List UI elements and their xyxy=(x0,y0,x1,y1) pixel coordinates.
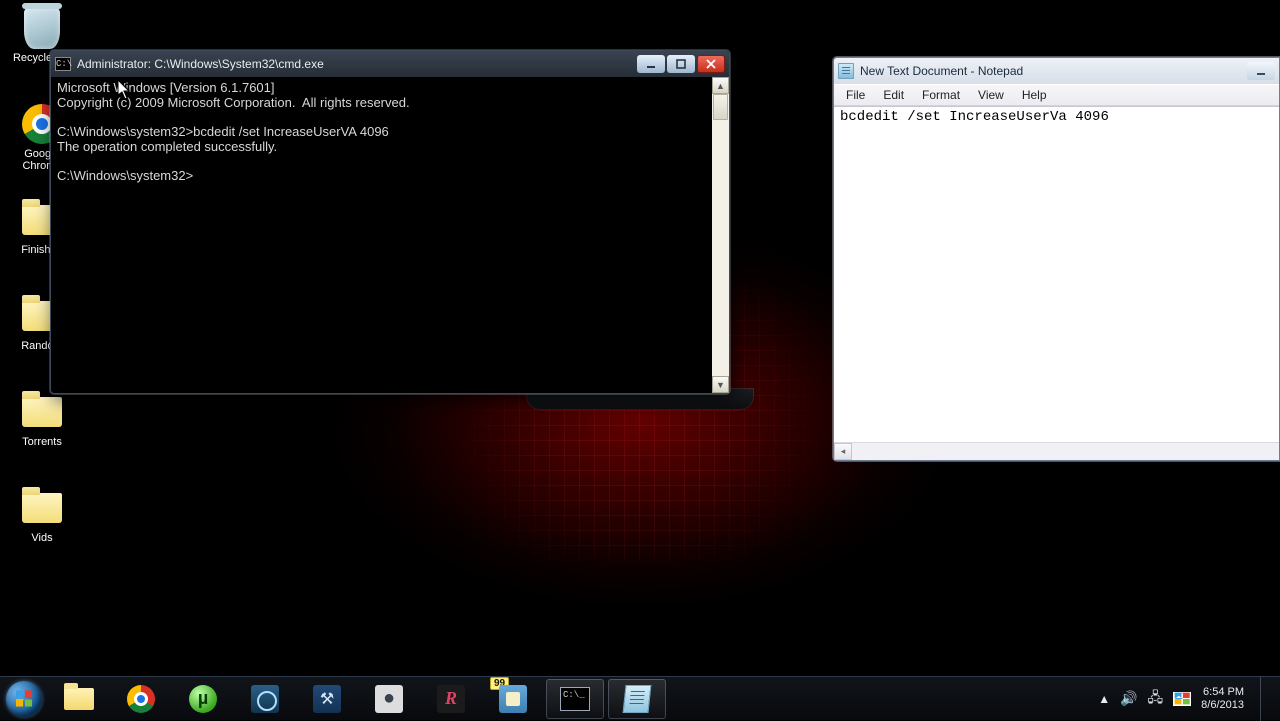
scroll-down-button[interactable]: ▼ xyxy=(712,376,729,393)
app-icon xyxy=(499,685,527,713)
cmd-line: Copyright (c) 2009 Microsoft Corporation… xyxy=(57,95,410,110)
app-icon xyxy=(313,685,341,713)
cmd-scrollbar[interactable]: ▲ ▼ xyxy=(712,77,729,393)
taskbar-app-3[interactable] xyxy=(360,679,418,719)
cmd-window: C:\ Administrator: C:\Windows\System32\c… xyxy=(50,50,730,394)
minimize-button[interactable] xyxy=(637,55,665,73)
folder-icon xyxy=(64,688,94,710)
cmd-line: C:\Windows\system32>bcdedit /set Increas… xyxy=(57,124,389,139)
taskbar-explorer[interactable] xyxy=(50,679,108,719)
minimize-button[interactable] xyxy=(1247,62,1275,80)
scroll-up-button[interactable]: ▲ xyxy=(712,77,729,94)
app-icon xyxy=(375,685,403,713)
show-desktop-button[interactable] xyxy=(1260,677,1272,721)
menu-file[interactable]: File xyxy=(838,86,873,104)
scroll-left-button[interactable]: ◂ xyxy=(834,443,852,460)
start-button[interactable] xyxy=(0,677,48,721)
volume-icon[interactable]: 🔊 xyxy=(1120,690,1137,707)
taskbar-utorrent[interactable]: µ xyxy=(174,679,232,719)
taskbar-cmd[interactable] xyxy=(546,679,604,719)
tray-date: 8/6/2013 xyxy=(1201,699,1244,712)
notepad-menubar: File Edit Format View Help xyxy=(834,84,1279,106)
cmd-line: The operation completed successfully. xyxy=(57,139,277,154)
notepad-icon xyxy=(838,63,854,79)
tray-time: 6:54 PM xyxy=(1201,686,1244,699)
windows-orb-icon xyxy=(6,681,42,717)
cmd-icon xyxy=(560,687,590,711)
scroll-thumb[interactable] xyxy=(713,94,728,120)
app-icon xyxy=(251,685,279,713)
tray-overflow-button[interactable]: ▲ xyxy=(1098,692,1110,706)
recycle-bin-icon xyxy=(24,7,60,49)
desktop-icon-label: Torrents xyxy=(22,436,62,448)
folder-icon xyxy=(22,493,62,523)
notepad-titlebar[interactable]: New Text Document - Notepad xyxy=(834,58,1279,84)
desktop-icon-torrents[interactable]: Torrents xyxy=(6,384,78,480)
action-center-icon[interactable] xyxy=(1173,692,1191,706)
notepad-title-text: New Text Document - Notepad xyxy=(860,64,1247,78)
network-icon[interactable]: 🖧 xyxy=(1148,687,1164,711)
taskbar-notepad[interactable] xyxy=(608,679,666,719)
cmd-titlebar[interactable]: C:\ Administrator: C:\Windows\System32\c… xyxy=(51,51,729,77)
tray-clock[interactable]: 6:54 PM 8/6/2013 xyxy=(1201,686,1244,712)
cmd-titlebar-icon: C:\ xyxy=(55,57,71,71)
taskbar-app-1[interactable] xyxy=(236,679,294,719)
utorrent-icon: µ xyxy=(189,685,217,713)
menu-view[interactable]: View xyxy=(970,86,1012,104)
chrome-icon xyxy=(127,685,155,713)
taskbar-app-2[interactable] xyxy=(298,679,356,719)
taskbar-app-5[interactable]: 99 xyxy=(484,679,542,719)
folder-icon xyxy=(22,397,62,427)
system-tray: ▲ 🔊 🖧 6:54 PM 8/6/2013 xyxy=(1098,677,1280,720)
cmd-prompt: C:\Windows\system32> xyxy=(57,168,193,183)
cmd-line: Microsoft Windows [Version 6.1.7601] xyxy=(57,80,275,95)
taskbar-app-4[interactable] xyxy=(422,679,480,719)
cmd-output[interactable]: Microsoft Windows [Version 6.1.7601] Cop… xyxy=(51,77,712,393)
notepad-window: New Text Document - Notepad File Edit Fo… xyxy=(833,57,1280,461)
notepad-text-area[interactable]: bcdedit /set IncreaseUserVa 4096 xyxy=(834,106,1279,442)
scroll-track[interactable] xyxy=(712,94,729,376)
desktop-icon-label: Vids xyxy=(31,532,52,544)
menu-edit[interactable]: Edit xyxy=(875,86,912,104)
menu-help[interactable]: Help xyxy=(1014,86,1055,104)
desktop-icon-vids[interactable]: Vids xyxy=(6,480,78,576)
menu-format[interactable]: Format xyxy=(914,86,968,104)
close-button[interactable] xyxy=(697,55,725,73)
notepad-hscrollbar[interactable]: ◂ xyxy=(834,442,1279,460)
taskbar: µ 99 ▲ 🔊 🖧 6:54 PM 8/6/2013 xyxy=(0,676,1280,720)
maximize-button[interactable] xyxy=(667,55,695,73)
taskbar-chrome[interactable] xyxy=(112,679,170,719)
app-icon xyxy=(437,685,465,713)
cmd-title-text: Administrator: C:\Windows\System32\cmd.e… xyxy=(77,57,637,71)
notepad-icon xyxy=(623,685,652,713)
